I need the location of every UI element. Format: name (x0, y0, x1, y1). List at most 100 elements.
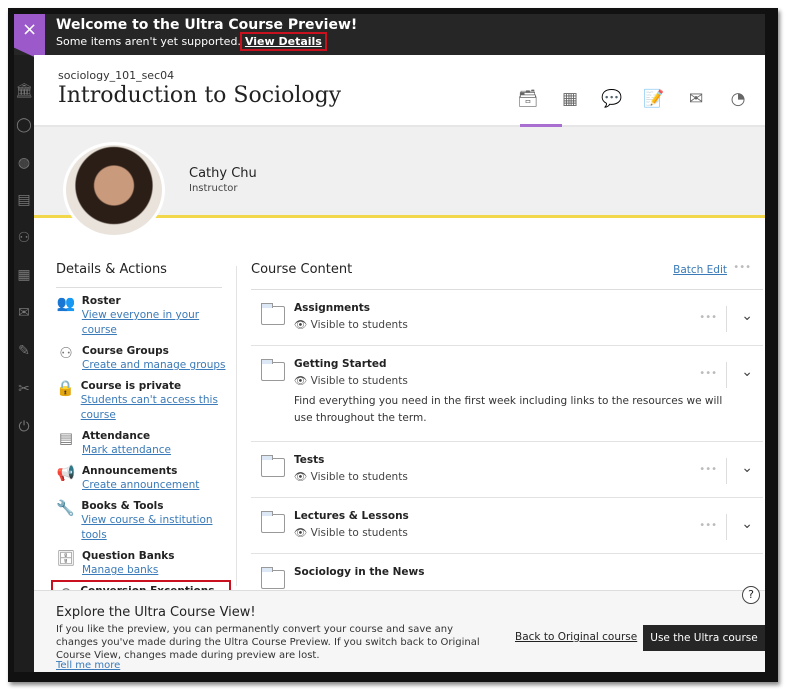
explore-footer: Explore the Ultra Course View! If you li… (34, 590, 765, 672)
divider (726, 362, 727, 388)
action-link[interactable]: View everyone in your course (82, 308, 236, 338)
visibility-status[interactable]: 👁 Visible to students (294, 470, 763, 483)
item-name[interactable]: Getting Started (294, 358, 763, 370)
global-nav: 🏛 ◯ ◍ ▤ ⚇ ▦ ✉ ✎ ✂ ⏻ (14, 14, 34, 672)
chevron-down-icon[interactable]: ⌄ (741, 308, 753, 324)
discussions-tab-icon[interactable]: 💬 (599, 89, 625, 109)
content-item[interactable]: Lectures & Lessons 👁 Visible to students •… (251, 498, 763, 554)
action-item: 📢 Announcements Create announcement (56, 464, 236, 493)
eye-icon: 👁 (294, 527, 311, 539)
groups-icon: ⚇ (59, 344, 73, 362)
action-title: Course Groups (82, 345, 169, 357)
instructor-name: Cathy Chu (189, 166, 257, 181)
action-item: ⚇ Course Groups Create and manage groups (56, 344, 236, 373)
roster-icon: 👥 (56, 294, 76, 312)
details-heading: Details & Actions (56, 262, 222, 288)
use-ultra-button[interactable]: Use the Ultra course (643, 625, 765, 651)
sign-out-icon[interactable]: ⏻ (15, 418, 33, 436)
banner-subtitle: Some items aren't yet supported. View Det… (56, 32, 327, 51)
chevron-down-icon[interactable]: ⌄ (741, 516, 753, 532)
action-link[interactable]: Mark attendance (82, 443, 171, 458)
item-name[interactable]: Assignments (294, 302, 763, 314)
profile-icon[interactable]: ◯ (15, 116, 33, 134)
view-details-link[interactable]: View Details (239, 32, 327, 51)
content-item[interactable]: Getting Started 👁 Visible to students Find… (251, 346, 763, 442)
main-content: Details & Actions 👥 Roster View everyone i… (34, 218, 765, 632)
close-icon: × (21, 19, 38, 40)
question-bank-icon: 🗄 (56, 549, 76, 567)
back-to-original-link[interactable]: Back to Original course (515, 631, 637, 643)
content-item[interactable]: Tests 👁 Visible to students ••• ⌄ (251, 442, 763, 498)
content-item[interactable]: Sociology in the News (251, 554, 763, 593)
action-link[interactable]: Create announcement (82, 478, 199, 493)
more-options-icon[interactable]: ••• (699, 368, 717, 379)
visibility-text: Visible to students (310, 471, 408, 483)
action-title: Course is private (80, 380, 182, 392)
courses-icon[interactable]: ▤ (15, 191, 33, 209)
item-name[interactable]: Lectures & Lessons (294, 510, 763, 522)
action-title: Books & Tools (81, 500, 164, 512)
batch-edit-link[interactable]: Batch Edit (673, 264, 727, 276)
tell-me-more-link[interactable]: Tell me more (56, 660, 120, 671)
folder-icon (261, 359, 285, 381)
more-options-icon[interactable]: ••• (699, 312, 717, 323)
action-link[interactable]: Students can't access this course (81, 393, 236, 423)
action-item: 🗄 Question Banks Manage banks (56, 549, 236, 578)
folder-icon (261, 455, 285, 477)
organizations-icon[interactable]: ⚇ (15, 229, 33, 247)
details-actions: Details & Actions 👥 Roster View everyone i… (51, 262, 236, 632)
course-content: Course Content Batch Edit ••• Assignment… (251, 262, 763, 593)
item-name[interactable]: Sociology in the News (294, 566, 763, 578)
institution-icon[interactable]: 🏛 (15, 82, 33, 100)
folder-icon (261, 303, 285, 325)
banner-subtitle-text: Some items aren't yet supported. (56, 35, 241, 48)
divider (726, 514, 727, 540)
course-tabs: 🗃 ▦ 💬 📝 ✉ ◔ (515, 89, 751, 109)
eye-icon: 👁 (294, 319, 311, 331)
content-tab-icon[interactable]: 🗃 (515, 89, 541, 109)
action-link[interactable]: View course & institution tools (81, 513, 236, 543)
more-options-icon[interactable]: ••• (733, 262, 751, 273)
visibility-status[interactable]: 👁 Visible to students (294, 318, 763, 331)
folder-icon (261, 567, 285, 589)
attendance-icon: ▤ (58, 429, 74, 447)
action-item: 👥 Roster View everyone in your course (56, 294, 236, 338)
chevron-down-icon[interactable]: ⌄ (741, 364, 753, 380)
calendar-icon[interactable]: ▦ (15, 266, 33, 284)
action-title: Question Banks (82, 550, 175, 562)
column-divider (236, 266, 237, 586)
action-title: Attendance (82, 430, 151, 442)
footer-title: Explore the Ultra Course View! (56, 605, 256, 620)
footer-text: If you like the preview, you can permane… (56, 624, 480, 661)
calendar-tab-icon[interactable]: ▦ (557, 89, 583, 109)
help-icon[interactable]: ? (742, 586, 760, 604)
preview-banner: × Welcome to the Ultra Course Preview! S… (14, 14, 765, 62)
instructor-role: Instructor (189, 183, 238, 194)
folder-icon (261, 511, 285, 533)
page-title: Introduction to Sociology (58, 83, 342, 108)
course-header: sociology_101_sec04 Introduction to Soci… (34, 55, 765, 127)
grades-icon[interactable]: ✎ (15, 342, 33, 360)
messages-tab-icon[interactable]: ✉ (683, 89, 709, 109)
content-item[interactable]: Assignments 👁 Visible to students ••• ⌄ (251, 290, 763, 346)
action-item: ▤ Attendance Mark attendance (56, 429, 236, 458)
analytics-tab-icon[interactable]: ◔ (725, 89, 751, 109)
visibility-status[interactable]: 👁 Visible to students (294, 526, 763, 539)
visibility-status[interactable]: 👁 Visible to students (294, 374, 763, 387)
more-options-icon[interactable]: ••• (699, 464, 717, 475)
action-link[interactable]: Create and manage groups (82, 358, 226, 373)
item-description: Find everything you need in the first we… (294, 395, 723, 424)
gradebook-tab-icon[interactable]: 📝 (641, 89, 667, 109)
item-name[interactable]: Tests (294, 454, 763, 466)
megaphone-icon: 📢 (56, 464, 76, 482)
visibility-text: Visible to students (310, 375, 408, 387)
messages-icon[interactable]: ✉ (15, 304, 33, 322)
eye-icon: 👁 (294, 375, 311, 387)
avatar (63, 142, 165, 238)
globe-icon[interactable]: ◍ (15, 154, 33, 172)
chevron-down-icon[interactable]: ⌄ (741, 460, 753, 476)
action-link[interactable]: Manage banks (82, 563, 175, 578)
more-options-icon[interactable]: ••• (699, 520, 717, 531)
divider (726, 458, 727, 484)
tools-icon[interactable]: ✂ (15, 380, 33, 398)
